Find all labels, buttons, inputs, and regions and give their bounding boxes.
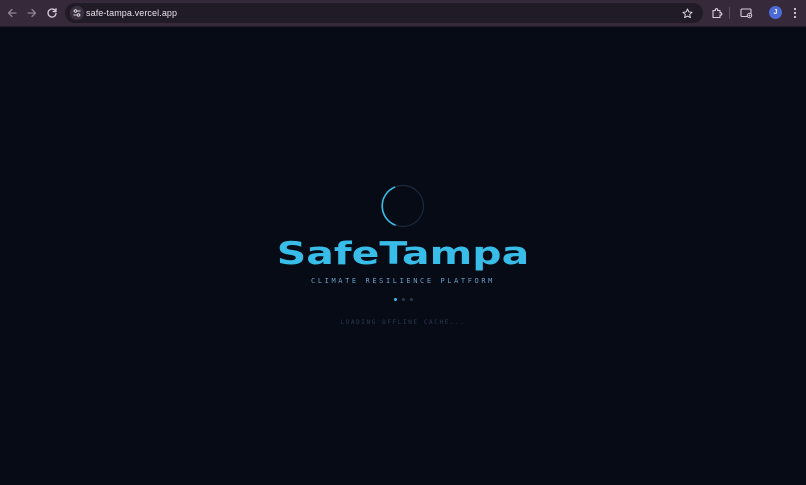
extensions-button[interactable]	[709, 5, 725, 21]
loading-spinner	[381, 184, 425, 228]
url-text[interactable]: safe-tampa.vercel.app	[86, 6, 177, 20]
profile-avatar[interactable]: J	[769, 6, 782, 19]
loading-status-text: LOADING OFFLINE CACHE...	[340, 319, 466, 326]
loading-dot	[402, 298, 405, 301]
loading-dot	[410, 298, 413, 301]
brand-title: SafeTampa	[276, 236, 530, 272]
star-icon	[681, 7, 693, 18]
browser-toolbar: safe-tampa.vercel.app J	[0, 0, 806, 27]
page-viewport: SafeTampa CLIMATE RESILIENCE PLATFORM LO…	[0, 27, 806, 485]
toolbar-divider	[729, 7, 730, 19]
back-arrow-icon	[7, 8, 17, 18]
address-bar[interactable]: safe-tampa.vercel.app	[65, 3, 703, 23]
cast-icon	[739, 8, 752, 19]
puzzle-icon	[712, 8, 723, 19]
forward-arrow-icon	[27, 8, 37, 18]
site-info-button[interactable]	[70, 6, 84, 20]
bookmark-button[interactable]	[680, 6, 694, 20]
reload-icon	[47, 8, 57, 18]
kebab-menu-icon	[793, 7, 797, 19]
forward-button[interactable]	[24, 5, 40, 21]
reload-button[interactable]	[44, 5, 60, 21]
media-button[interactable]	[738, 5, 754, 21]
back-button[interactable]	[4, 5, 20, 21]
browser-menu-button[interactable]	[789, 5, 801, 21]
tune-icon	[73, 9, 81, 17]
loading-dot-active	[394, 298, 397, 301]
tagline: CLIMATE RESILIENCE PLATFORM	[311, 277, 495, 285]
loading-dots	[394, 298, 414, 302]
